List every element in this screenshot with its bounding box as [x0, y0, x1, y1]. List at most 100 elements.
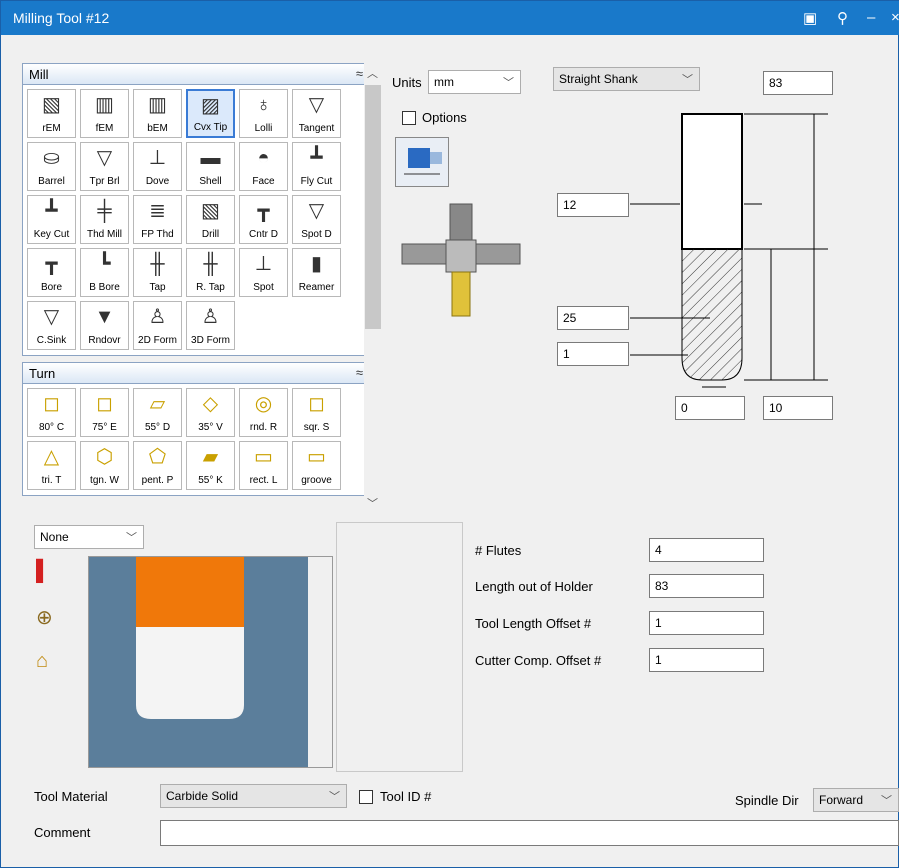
window-title: Milling Tool #12	[13, 10, 110, 26]
preview-scrollbar[interactable]	[308, 557, 332, 767]
tool-tile[interactable]: ▥ bEM	[133, 89, 182, 138]
mill-group-label: Mill	[29, 67, 49, 82]
turn-group-header[interactable]: Turn ≈	[22, 362, 364, 384]
tool-tile[interactable]: ♙ 3D Form	[186, 301, 235, 350]
drill-icon: ▧	[201, 200, 220, 222]
tool-tile-label: Rndovr	[88, 335, 121, 346]
tool-tile[interactable]: ⛀ Barrel	[27, 142, 76, 191]
tool-tile-label: 3D Form	[191, 335, 230, 346]
options-checkbox[interactable]	[402, 111, 416, 125]
tool-tile[interactable]: ▱ 55° D	[133, 388, 182, 437]
mill-group-header[interactable]: Mill ≈	[22, 63, 364, 85]
face-mill-icon: ◓	[257, 147, 270, 169]
tool-tile[interactable]: ╫ R. Tap	[186, 248, 235, 297]
tool-tile-label: Drill	[201, 229, 220, 240]
tool-tile[interactable]: ┳ Bore	[27, 248, 76, 297]
tool-tile[interactable]: ◇ 35° V	[186, 388, 235, 437]
tool-tile[interactable]: ┳ Cntr D	[239, 195, 288, 244]
shank-length-field[interactable]: 10	[763, 396, 833, 420]
library-scrollbar[interactable]: ︿ ﹀	[364, 63, 382, 513]
zoom-fit-icon[interactable]: ⊕	[36, 605, 68, 637]
bore-icon: ┳	[45, 253, 58, 275]
shank-type-select[interactable]: Straight Shank ﹀	[553, 67, 700, 91]
tool-3d-preview[interactable]	[88, 556, 333, 768]
scroll-thumb[interactable]	[365, 85, 381, 329]
tool-tile[interactable]: ♁ Lolli	[239, 89, 288, 138]
tool-tile[interactable]: ╪ Thd Mill	[80, 195, 129, 244]
holder-toggle-button[interactable]	[395, 137, 449, 187]
flutes-field[interactable]: 4	[649, 538, 764, 562]
restore-window-icon[interactable]: ▣	[803, 9, 817, 27]
tool-tile[interactable]: ▼ Rndovr	[80, 301, 129, 350]
turn-group-label: Turn	[29, 366, 56, 381]
tool-tile[interactable]: ▽ C.Sink	[27, 301, 76, 350]
tool-material-select[interactable]: Carbide Solid ﹀	[160, 784, 347, 808]
tool-tile-label: Spot D	[301, 229, 332, 240]
home-view-icon[interactable]: ⌂	[36, 650, 68, 682]
flute-length-field[interactable]: 25	[557, 306, 629, 330]
minimize-icon[interactable]: –	[867, 9, 875, 26]
tool-tile-label: Spot	[253, 282, 274, 293]
tool-tile[interactable]: ▧ rEM	[27, 89, 76, 138]
tool-tile[interactable]: ◻ sqr. S	[292, 388, 341, 437]
tool-tile[interactable]: ◻ 80° C	[27, 388, 76, 437]
tool-tile[interactable]: △ tri. T	[27, 441, 76, 490]
tool-tile[interactable]: ◎ rnd. R	[239, 388, 288, 437]
tool-tile[interactable]: ▭ rect. L	[239, 441, 288, 490]
tool-tile[interactable]: ▰ 55° K	[186, 441, 235, 490]
tool-view-icon[interactable]: ▌	[36, 560, 68, 592]
tool-tile[interactable]: ▽ Spot D	[292, 195, 341, 244]
tool-tile[interactable]: ⬡ tgn. W	[80, 441, 129, 490]
tool-tile[interactable]: ▧ Drill	[186, 195, 235, 244]
collapse-icon: ≈	[355, 365, 363, 380]
overall-length-field[interactable]: 83	[763, 71, 833, 95]
tool-tile[interactable]: ♙ 2D Form	[133, 301, 182, 350]
tool-tile[interactable]: ⬠ pent. P	[133, 441, 182, 490]
tool-tile-label: 55° K	[198, 475, 223, 486]
tool-tile-label: 80° C	[38, 422, 65, 433]
corner-radius-field[interactable]: 1	[557, 342, 629, 366]
tool-tile-label: 2D Form	[138, 335, 177, 346]
tool-tile-label: sqr. S	[303, 422, 330, 433]
tool-tile[interactable]: ┻ Key Cut	[27, 195, 76, 244]
scroll-down-icon[interactable]: ﹀	[367, 495, 378, 511]
tool-tile[interactable]: ◻ 75° E	[80, 388, 129, 437]
close-icon[interactable]: ×	[891, 9, 899, 26]
roll-tap-icon: ╫	[203, 253, 218, 275]
tool-tile[interactable]: ▬ Shell	[186, 142, 235, 191]
chevron-down-icon: ﹀	[881, 795, 892, 807]
key-cutter-icon: ┻	[45, 200, 58, 222]
tool-tile[interactable]: ▭ groove	[292, 441, 341, 490]
3d-form-icon: ♙	[201, 306, 220, 328]
diameter-field[interactable]: 12	[557, 193, 629, 217]
units-select[interactable]: mm ﹀	[428, 70, 521, 94]
tool-tile[interactable]: ┗ B Bore	[80, 248, 129, 297]
tool-tile-label: tgn. W	[90, 475, 119, 486]
tool-tile-label: R. Tap	[196, 282, 225, 293]
spindle-dir-select[interactable]: Forward ﹀	[813, 788, 899, 812]
tool-id-checkbox[interactable]	[359, 790, 373, 804]
tool-tile[interactable]: ▮ Reamer	[292, 248, 341, 297]
tool-length-offset-field[interactable]: 1	[649, 611, 764, 635]
tool-tile[interactable]: ▽ Tpr Brl	[80, 142, 129, 191]
tool-tile[interactable]: ◓ Face	[239, 142, 288, 191]
tool-tile-label: Shell	[199, 176, 222, 187]
tool-tile[interactable]: ┻ Fly Cut	[292, 142, 341, 191]
holder-select[interactable]: None ﹀	[34, 525, 144, 549]
scroll-up-icon[interactable]: ︿	[367, 65, 378, 81]
tool-tile[interactable]: ▥ fEM	[80, 89, 129, 138]
tool-tile[interactable]: ≣ FP Thd	[133, 195, 182, 244]
taper-barrel-icon: ▽	[96, 147, 113, 169]
tool-tile[interactable]: ╫ Tap	[133, 248, 182, 297]
pin-icon[interactable]: ⚲	[837, 9, 848, 27]
tool-tile-label: Tap	[149, 282, 166, 293]
tool-tile[interactable]: ▽ Tangent	[292, 89, 341, 138]
tool-tile[interactable]: ⊥ Dove	[133, 142, 182, 191]
length-out-field[interactable]: 83	[649, 574, 764, 598]
comment-field[interactable]	[160, 820, 899, 846]
tool-tile[interactable]: ⊥ Spot	[239, 248, 288, 297]
tool-tile-label: FP Thd	[141, 229, 174, 240]
tool-tile[interactable]: ▨ Cvx Tip	[186, 89, 235, 138]
tip-offset-field[interactable]: 0	[675, 396, 745, 420]
cutter-comp-field[interactable]: 1	[649, 648, 764, 672]
